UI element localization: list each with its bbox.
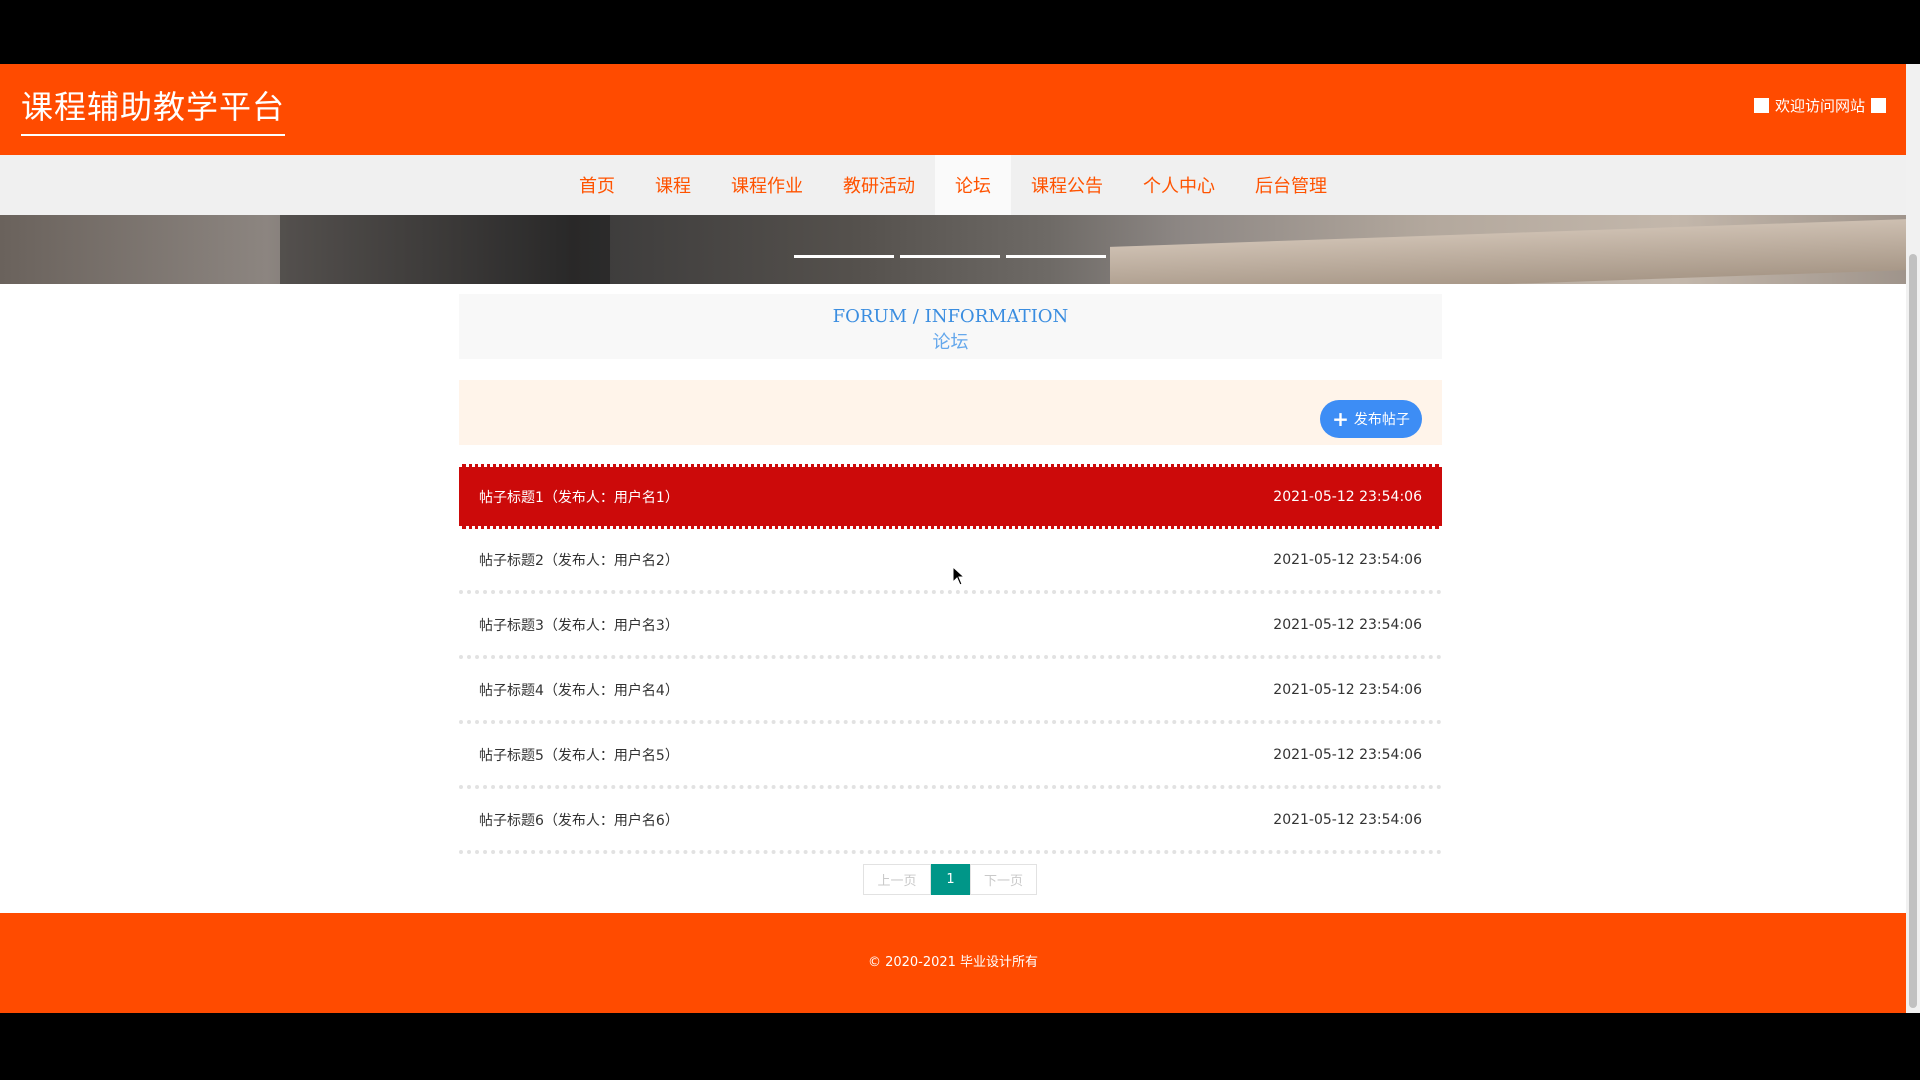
post-title: 帖子标题6（发布人：用户名6） — [479, 812, 679, 829]
prev-page-button[interactable]: 上一页 — [863, 864, 931, 895]
post-time: 2021-05-12 23:54:06 — [1273, 746, 1422, 763]
section-title-cn: 论坛 — [932, 332, 969, 353]
nav-course-announcements[interactable]: 课程公告 — [1011, 155, 1123, 215]
section-header: FORUM / INFORMATION 论坛 — [459, 294, 1442, 359]
banner-image-region — [280, 215, 610, 284]
post-title: 帖子标题5（发布人：用户名5） — [479, 747, 679, 764]
carousel-indicators — [794, 255, 1106, 258]
welcome-text: 欢迎访问网站 — [1774, 97, 1865, 115]
current-page-button[interactable]: 1 — [931, 864, 970, 895]
carousel-indicator[interactable] — [794, 255, 894, 258]
post-title: 帖子标题3（发布人：用户名3） — [479, 617, 679, 634]
post-title: 帖子标题1（发布人：用户名1） — [479, 489, 679, 506]
welcome-banner: 欢迎访问网站 — [1753, 95, 1886, 116]
post-time: 2021-05-12 23:54:06 — [1273, 551, 1422, 568]
carousel-indicator[interactable] — [1006, 255, 1106, 258]
square-icon — [1753, 98, 1769, 113]
main-nav: 首页 课程 课程作业 教研活动 论坛 课程公告 个人中心 后台管理 — [0, 155, 1906, 215]
publish-post-button[interactable]: + 发布帖子 — [1320, 400, 1422, 438]
list-item[interactable]: 帖子标题6（发布人：用户名6） 2021-05-12 23:54:06 — [459, 789, 1442, 854]
pagination: 上一页 1 下一页 — [863, 864, 1037, 895]
carousel-indicator[interactable] — [900, 255, 1000, 258]
nav-teaching-research[interactable]: 教研活动 — [823, 155, 935, 215]
post-time: 2021-05-12 23:54:06 — [1273, 811, 1422, 828]
nav-home[interactable]: 首页 — [559, 155, 635, 215]
post-time: 2021-05-12 23:54:06 — [1273, 681, 1422, 698]
list-item[interactable]: 帖子标题2（发布人：用户名2） 2021-05-12 23:54:06 — [459, 529, 1442, 594]
browser-viewport: 课程辅助教学平台 欢迎访问网站 首页 课程 课程作业 教研活动 论坛 课程公告 … — [0, 64, 1906, 1013]
list-item[interactable]: 帖子标题5（发布人：用户名5） 2021-05-12 23:54:06 — [459, 724, 1442, 789]
square-icon — [1871, 98, 1886, 113]
nav-courses[interactable]: 课程 — [635, 155, 711, 215]
post-title: 帖子标题4（发布人：用户名4） — [479, 682, 679, 699]
page-footer: © 2020-2021 毕业设计所有 — [0, 913, 1906, 1013]
banner-image-region — [1110, 219, 1906, 284]
vertical-scrollbar[interactable] — [1906, 64, 1920, 1013]
nav-admin[interactable]: 后台管理 — [1235, 155, 1347, 215]
post-list: 帖子标题1（发布人：用户名1） 2021-05-12 23:54:06 帖子标题… — [459, 464, 1442, 854]
list-item[interactable]: 帖子标题4（发布人：用户名4） 2021-05-12 23:54:06 — [459, 659, 1442, 724]
top-header: 课程辅助教学平台 欢迎访问网站 — [0, 64, 1906, 155]
site-title[interactable]: 课程辅助教学平台 — [21, 82, 286, 136]
nav-forum[interactable]: 论坛 — [935, 155, 1011, 215]
section-title-en: FORUM / INFORMATION — [832, 306, 1069, 327]
publish-post-label: 发布帖子 — [1353, 412, 1410, 428]
banner-carousel — [0, 215, 1906, 284]
forum-action-bar: + 发布帖子 — [459, 380, 1442, 445]
nav-course-homework[interactable]: 课程作业 — [711, 155, 823, 215]
nav-personal-center[interactable]: 个人中心 — [1123, 155, 1235, 215]
post-time: 2021-05-12 23:54:06 — [1273, 616, 1422, 633]
cursor-arrow-icon — [952, 566, 966, 586]
copyright-text: © 2020-2021 毕业设计所有 — [867, 955, 1039, 970]
post-title: 帖子标题2（发布人：用户名2） — [479, 552, 679, 569]
next-page-button[interactable]: 下一页 — [970, 864, 1037, 895]
list-item[interactable]: 帖子标题1（发布人：用户名1） 2021-05-12 23:54:06 — [459, 464, 1442, 529]
letterbox-bottom — [0, 1013, 1920, 1080]
scrollbar-thumb[interactable] — [1909, 254, 1917, 1008]
letterbox-top — [0, 0, 1920, 64]
post-time: 2021-05-12 23:54:06 — [1273, 488, 1422, 505]
list-item[interactable]: 帖子标题3（发布人：用户名3） 2021-05-12 23:54:06 — [459, 594, 1442, 659]
plus-icon: + — [1332, 407, 1349, 431]
